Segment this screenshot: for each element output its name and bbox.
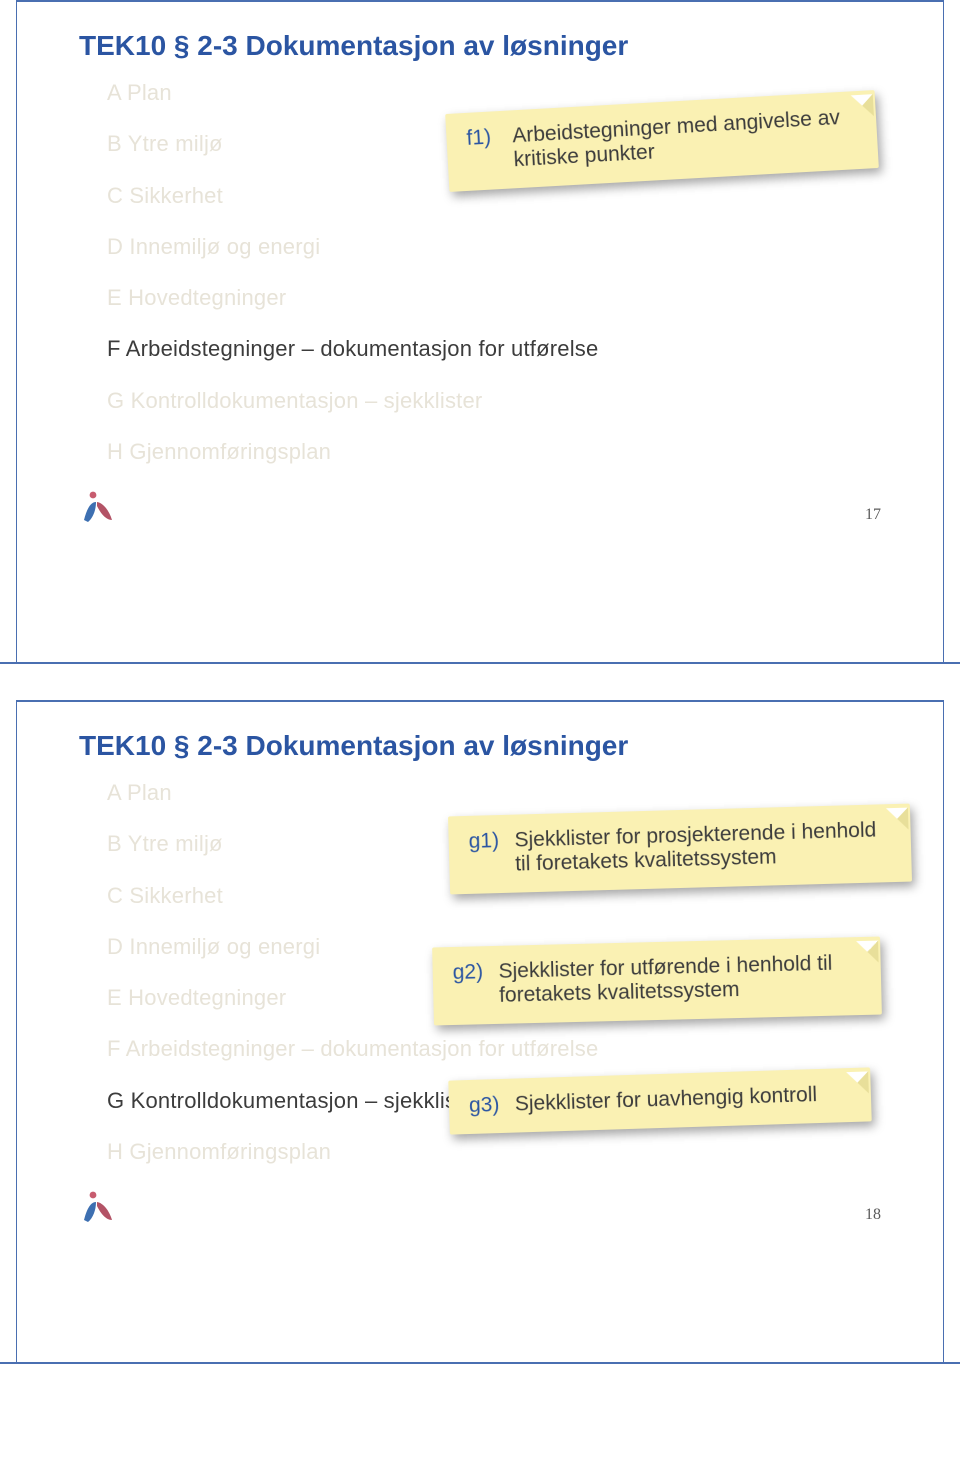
callout-number: g3) (469, 1093, 510, 1118)
callout-text: Sjekklister for utførende i henhold til … (498, 951, 859, 1008)
brand-logo-icon (79, 1190, 115, 1224)
fold-corner-icon (856, 941, 879, 964)
fold-corner-icon (851, 94, 874, 117)
fold-corner-icon (886, 808, 909, 831)
callout-number: g2) (452, 960, 493, 985)
callout-number: g1) (468, 829, 509, 854)
slide-1: TEK10 § 2-3 Dokumentasjon av løsninger A… (0, 2, 960, 664)
callout-text: Arbeidstegninger med angivelse av kritis… (512, 105, 856, 172)
list-item-active: F Arbeidstegninger – dokumentasjon for u… (107, 336, 881, 361)
slide-title: TEK10 § 2-3 Dokumentasjon av løsninger (79, 30, 881, 62)
list-item: D Innemiljø og energi (107, 234, 881, 259)
page-number: 17 (865, 506, 881, 524)
callout-g1: g1) Sjekklister for prosjekterende i hen… (448, 804, 912, 895)
page-number: 18 (865, 1206, 881, 1224)
list-item: G Kontrolldokumentasjon – sjekklister (107, 388, 881, 413)
slide-title: TEK10 § 2-3 Dokumentasjon av løsninger (79, 730, 881, 762)
callout-number: f1) (466, 125, 507, 151)
slide-2: TEK10 § 2-3 Dokumentasjon av løsninger A… (0, 702, 960, 1364)
callout-text: Sjekklister for prosjekterende i henhold… (514, 818, 889, 876)
callout-g2: g2) Sjekklister for utførende i henhold … (432, 937, 882, 1026)
list-item: F Arbeidstegninger – dokumentasjon for u… (107, 1036, 881, 1061)
list-item: E Hovedtegninger (107, 285, 881, 310)
list-item: H Gjennomføringsplan (107, 1139, 881, 1164)
fold-corner-icon (846, 1071, 869, 1094)
list-item: H Gjennomføringsplan (107, 439, 881, 464)
callout-text: Sjekklister for uavhengig kontroll (515, 1082, 850, 1116)
list-item: A Plan (107, 780, 881, 805)
brand-logo-icon (79, 490, 115, 524)
